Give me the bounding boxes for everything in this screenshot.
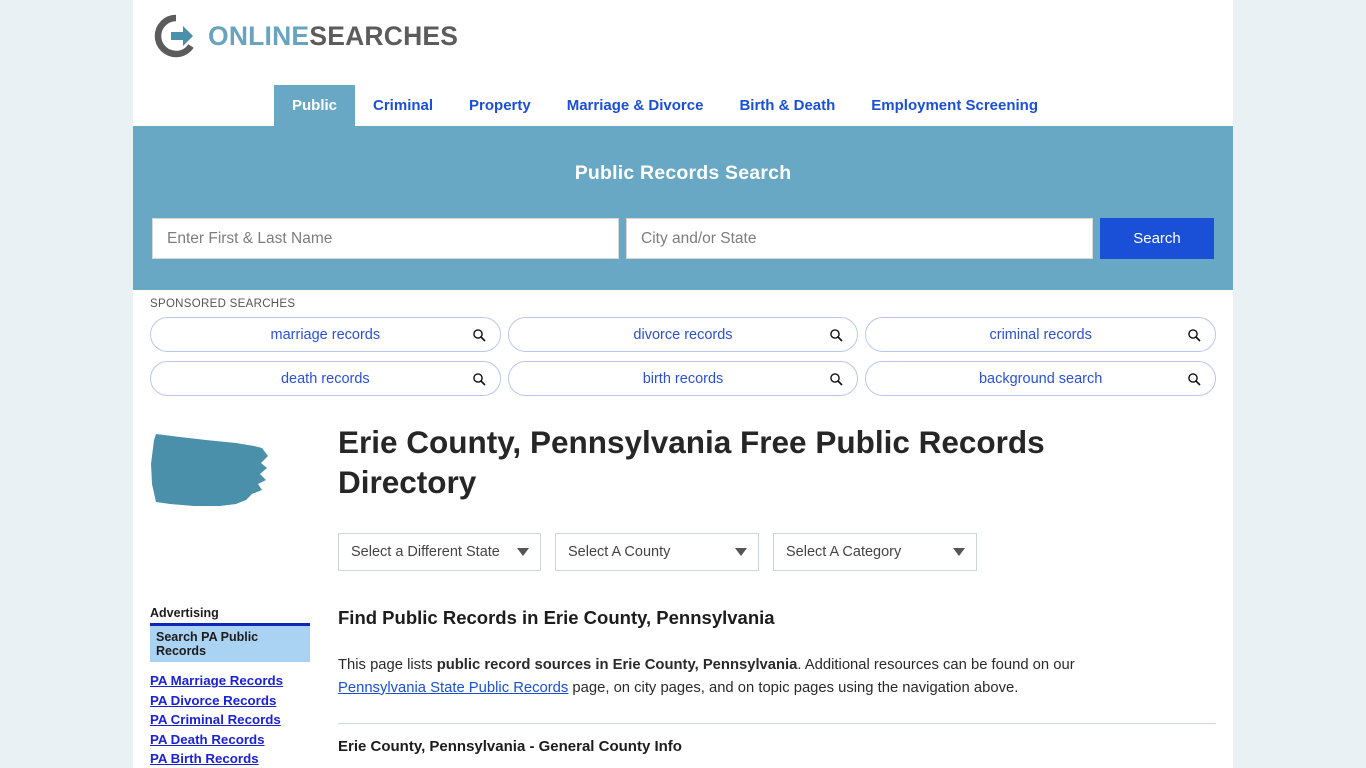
tab-criminal[interactable]: Criminal (355, 85, 451, 126)
tab-birth-death[interactable]: Birth & Death (721, 85, 853, 126)
category-select-label: Select A Category (786, 543, 902, 560)
pennsylvania-state-shape-icon (150, 430, 322, 508)
county-select-label: Select A County (568, 543, 671, 560)
ad-link-pa-death-records[interactable]: PA Death Records (150, 732, 310, 747)
county-select[interactable]: Select A County (555, 532, 759, 571)
sponsored-pill-label: divorce records (633, 326, 733, 343)
search-banner-title: Public Records Search (574, 162, 792, 184)
tab-property[interactable]: Property (451, 85, 549, 126)
search-form: Search (152, 218, 1214, 259)
advertising-sidebar: Advertising Search PA Public Records PA … (150, 606, 310, 768)
sponsored-pill-birth-records[interactable]: birth records (507, 361, 859, 396)
sponsored-searches-section: SPONSORED SEARCHES marriage records divo… (133, 290, 1233, 396)
main-navigation: Public Criminal Property Marriage & Divo… (133, 85, 1233, 126)
tab-employment-screening[interactable]: Employment Screening (853, 85, 1056, 126)
intro-text-bold: public record sources in Erie County, Pe… (436, 656, 798, 673)
sponsored-pill-grid: marriage records divorce records crimina… (150, 317, 1216, 396)
sponsored-pill-label: criminal records (989, 326, 1092, 343)
ad-links-list: PA Marriage Records PA Divorce Records P… (150, 673, 310, 766)
sponsored-pill-criminal-records[interactable]: criminal records (865, 317, 1216, 352)
state-public-records-link[interactable]: Pennsylvania State Public Records (338, 680, 568, 696)
intro-text-part1: This page lists (338, 656, 437, 673)
tab-marriage-divorce[interactable]: Marriage & Divorce (549, 85, 722, 126)
name-search-input[interactable] (152, 218, 619, 259)
filter-selects: Select a Different State Select A County… (338, 532, 1216, 571)
advertising-label: Advertising (150, 606, 219, 620)
search-icon (829, 328, 843, 342)
sponsored-searches-label: SPONSORED SEARCHES (150, 298, 296, 310)
chevron-down-icon (735, 547, 747, 556)
search-icon (1187, 372, 1201, 386)
chevron-down-icon (517, 547, 529, 556)
page-root: ONLINESEARCHES Public Criminal Property … (0, 0, 1366, 768)
intro-text-part3: page, on city pages, and on topic pages … (568, 679, 1019, 696)
sponsored-pill-label: marriage records (270, 326, 381, 343)
logo-text: ONLINESEARCHES (208, 23, 458, 50)
section-divider (338, 723, 1216, 725)
search-icon (472, 328, 486, 342)
sponsored-pill-death-records[interactable]: death records (150, 361, 501, 396)
state-select[interactable]: Select a Different State (338, 532, 541, 571)
location-search-input[interactable] (626, 218, 1093, 259)
search-icon (1187, 328, 1201, 342)
page-title: Erie County, Pennsylvania Free Public Re… (338, 424, 1045, 501)
logo-circle-arrow-icon (154, 14, 198, 58)
state-select-label: Select a Different State (351, 543, 500, 560)
section-heading: Find Public Records in Erie County, Penn… (338, 606, 775, 628)
sponsored-pill-label: birth records (642, 370, 724, 387)
general-county-info-heading: Erie County, Pennsylvania - General Coun… (338, 738, 682, 756)
ad-link-pa-marriage-records[interactable]: PA Marriage Records (150, 673, 310, 688)
public-records-search-banner: Public Records Search Search (133, 126, 1233, 290)
logo-text-searches: SEARCHES (309, 20, 459, 51)
search-submit-button[interactable]: Search (1100, 218, 1214, 259)
ad-link-pa-birth-records[interactable]: PA Birth Records (150, 751, 310, 766)
logo-text-online: ONLINE (208, 20, 310, 51)
site-logo[interactable]: ONLINESEARCHES (154, 14, 458, 58)
chevron-down-icon (953, 547, 965, 556)
search-icon (472, 372, 486, 386)
intro-paragraph: This page lists public record sources in… (338, 654, 1138, 700)
main-content-column: Erie County, Pennsylvania Free Public Re… (322, 422, 1216, 755)
ad-link-pa-divorce-records[interactable]: PA Divorce Records (150, 693, 310, 708)
ad-box-title: Search PA Public Records (150, 626, 310, 662)
sponsored-pill-marriage-records[interactable]: marriage records (150, 317, 501, 352)
sponsored-pill-background-search[interactable]: background search (865, 361, 1216, 396)
sponsored-pill-label: background search (978, 370, 1103, 387)
ad-link-pa-criminal-records[interactable]: PA Criminal Records (150, 712, 310, 727)
site-header: ONLINESEARCHES (133, 0, 1233, 85)
category-select[interactable]: Select A Category (773, 532, 977, 571)
sponsored-pill-label: death records (280, 370, 370, 387)
intro-text-part2: . Additional resources can be found on o… (797, 656, 1075, 673)
search-icon (829, 372, 843, 386)
sponsored-pill-divorce-records[interactable]: divorce records (507, 317, 859, 352)
tab-public[interactable]: Public (274, 85, 356, 126)
